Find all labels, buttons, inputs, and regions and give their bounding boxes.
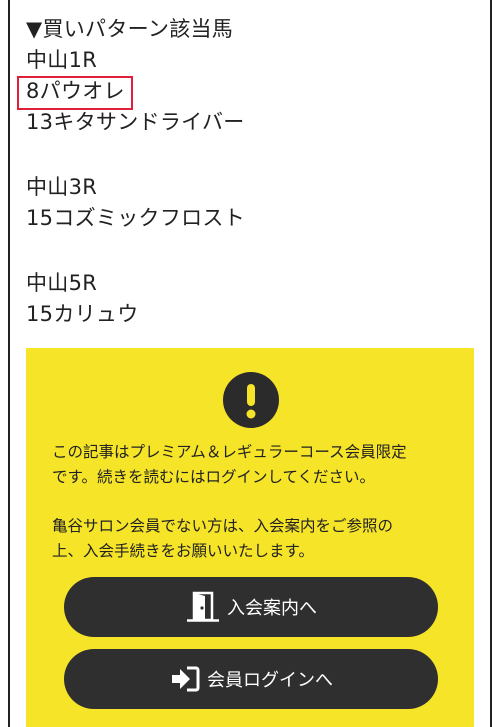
race-label: 中山1R	[26, 48, 98, 72]
exclamation-circle-icon	[223, 372, 279, 428]
highlight-annotation-box	[17, 76, 133, 110]
race-label: 中山5R	[26, 271, 98, 295]
article-body: ▼買いパターン該当馬 中山1R 8パウオレ 13キタサンドライバー 中山3R 1…	[26, 14, 245, 330]
door-open-icon	[185, 591, 221, 623]
notice-line: この記事はプレミアム＆レギュラーコース会員限定	[52, 443, 407, 461]
horse-entry: 15コズミックフロスト	[26, 206, 246, 230]
member-login-label: 会員ログインへ	[207, 670, 333, 691]
member-login-button[interactable]: 会員ログインへ	[64, 649, 438, 709]
race-label: 中山3R	[26, 175, 98, 199]
sign-in-icon	[169, 665, 201, 693]
members-only-notice: この記事はプレミアム＆レギュラーコース会員限定 です。続きを読むにはログインして…	[52, 440, 452, 490]
section-heading: ▼買いパターン該当馬	[26, 17, 234, 41]
join-guidance-notice: 亀谷サロン会員でない方は、入会案内をご参照の 上、入会手続きをお願いいたします。	[52, 514, 452, 564]
notice-line: 亀谷サロン会員でない方は、入会案内をご参照の	[52, 517, 394, 535]
notice-line: です。続きを読むにはログインしてください。	[52, 468, 376, 486]
membership-guide-button[interactable]: 入会案内へ	[64, 577, 438, 637]
members-only-paywall: この記事はプレミアム＆レギュラーコース会員限定 です。続きを読むにはログインして…	[26, 348, 474, 727]
horse-entry: 13キタサンドライバー	[26, 110, 245, 134]
horse-entry: 15カリュウ	[26, 302, 139, 326]
notice-line: 上、入会手続きをお願いいたします。	[52, 542, 314, 560]
membership-guide-label: 入会案内へ	[227, 598, 317, 619]
